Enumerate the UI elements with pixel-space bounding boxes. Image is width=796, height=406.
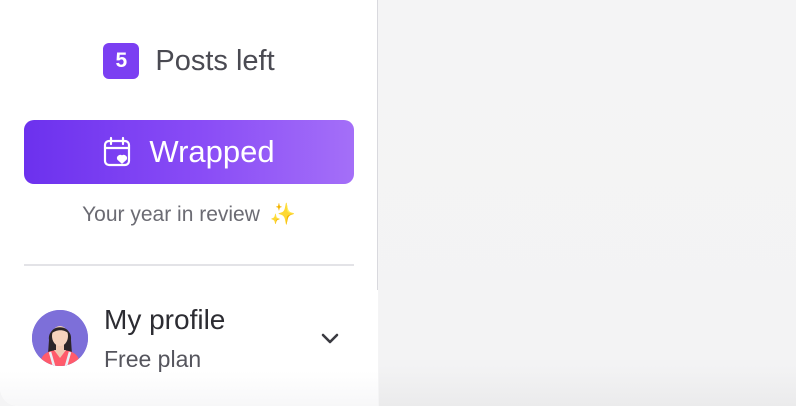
profile-menu[interactable]: My profile Free plan: [0, 290, 378, 406]
wrapped-tagline: Your year in review ✨: [0, 203, 378, 227]
wrapped-tagline-text: Your year in review: [82, 203, 260, 226]
sidebar: 5 Posts left Wrapped Your year in review…: [0, 0, 378, 406]
wrapped-button-label: Wrapped: [149, 134, 275, 169]
profile-plan: Free plan: [104, 346, 202, 372]
posts-count-badge: 5: [103, 43, 140, 79]
posts-left-label: Posts left: [155, 44, 275, 77]
chevron-down-icon[interactable]: [318, 330, 342, 348]
avatar: [32, 310, 88, 366]
posts-left-indicator: 5 Posts left: [0, 42, 378, 80]
sparkles-icon: ✨: [269, 203, 296, 226]
app-window: 5 Posts left Wrapped Your year in review…: [0, 0, 796, 406]
calendar-heart-icon: [103, 136, 133, 168]
sidebar-divider: [24, 264, 354, 266]
profile-name: My profile: [104, 304, 226, 335]
wrapped-button[interactable]: Wrapped: [24, 120, 354, 184]
main-content-area: [379, 0, 796, 406]
